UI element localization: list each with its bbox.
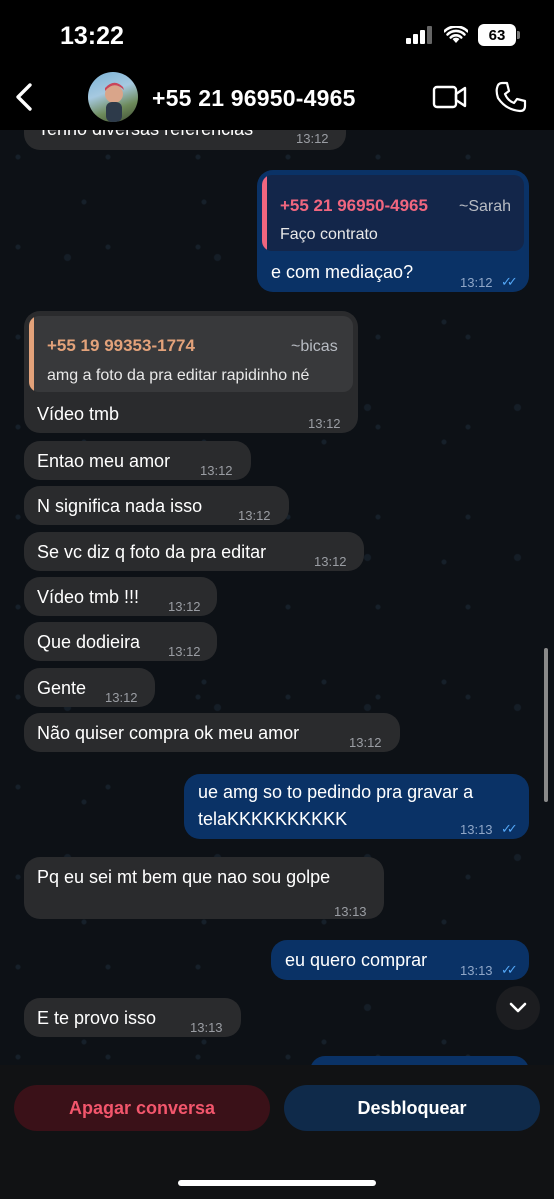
status-icons: 63 bbox=[406, 24, 520, 46]
message-bubble-outgoing-partial[interactable] bbox=[310, 1056, 529, 1065]
message-text: Vídeo tmb bbox=[37, 404, 120, 424]
message-bubble-incoming[interactable]: Tenho diversas referencias 13:12 bbox=[24, 130, 346, 150]
message-text-line: telaKKKKKKKKKK bbox=[198, 809, 348, 829]
message-time: 13:12 bbox=[200, 463, 233, 478]
delete-chat-button[interactable]: Apagar conversa bbox=[14, 1085, 270, 1131]
quote-sender-number: +55 21 96950-4965 bbox=[280, 196, 428, 215]
message-list[interactable]: Tenho diversas referencias 13:12 +55 21 … bbox=[0, 130, 554, 1065]
message-time: 13:12 bbox=[308, 416, 341, 431]
quote-accent-bar bbox=[262, 175, 267, 251]
message-text: Não quiser compra ok meu amor bbox=[37, 723, 300, 743]
chat-header: +55 21 96950-4965 bbox=[0, 64, 554, 130]
message-bubble-incoming[interactable]: Que dodieira 13:12 bbox=[24, 622, 217, 661]
message-time: 13:12 bbox=[296, 131, 329, 146]
message-time: 13:13 bbox=[334, 904, 367, 919]
message-bubble-outgoing[interactable]: +55 21 96950-4965 ~Sarah Faço contrato e… bbox=[257, 170, 529, 292]
message-text: Que dodieira bbox=[37, 632, 141, 652]
message-bubble-incoming[interactable]: E te provo isso 13:13 bbox=[24, 998, 241, 1037]
message-bubble-incoming[interactable]: Vídeo tmb !!! 13:12 bbox=[24, 577, 217, 616]
message-text: e com mediaçao? bbox=[271, 262, 414, 282]
message-text: N significa nada isso bbox=[37, 496, 203, 516]
message-text: Vídeo tmb !!! bbox=[37, 587, 140, 607]
message-text: Tenho diversas referencias bbox=[38, 130, 253, 141]
message-text: Gente bbox=[37, 678, 87, 698]
double-check-icon: ✓✓ bbox=[501, 821, 518, 836]
message-time: 13:12 bbox=[349, 735, 382, 750]
message-bubble-incoming[interactable]: N significa nada isso 13:12 bbox=[24, 486, 289, 525]
quote-accent-bar bbox=[29, 316, 34, 392]
wifi-icon bbox=[444, 26, 468, 43]
home-indicator[interactable] bbox=[178, 1180, 376, 1186]
blocked-contact-footer: Apagar conversa Desbloquear bbox=[0, 1065, 554, 1199]
voice-call-button[interactable] bbox=[494, 80, 528, 114]
message-bubble-incoming[interactable]: Gente 13:12 bbox=[24, 668, 155, 707]
video-call-button[interactable] bbox=[432, 83, 468, 111]
scroll-to-bottom-button[interactable] bbox=[496, 986, 540, 1030]
message-bubble-incoming[interactable]: Entao meu amor 13:12 bbox=[24, 441, 251, 480]
status-time: 13:22 bbox=[60, 22, 124, 50]
message-text: Entao meu amor bbox=[37, 451, 171, 471]
message-time: 13:13 bbox=[460, 822, 493, 837]
phone-icon bbox=[495, 81, 527, 113]
status-bar: 13:22 63 bbox=[0, 0, 554, 64]
quote-text: amg a foto da pra editar rapidinho né bbox=[47, 367, 310, 384]
message-text: eu quero comprar bbox=[285, 950, 428, 970]
chevron-down-icon bbox=[509, 1002, 527, 1013]
quote-sender-number: +55 19 99353-1774 bbox=[47, 336, 195, 355]
unblock-button[interactable]: Desbloquear bbox=[284, 1085, 540, 1131]
message-time: 13:12 bbox=[168, 599, 201, 614]
avatar-image bbox=[105, 82, 124, 122]
message-time: 13:12 bbox=[460, 275, 493, 290]
signal-icon bbox=[406, 26, 432, 44]
double-check-icon: ✓✓ bbox=[501, 274, 518, 289]
message-text: Pq eu sei mt bem que nao sou golpe bbox=[37, 867, 331, 887]
message-bubble-incoming[interactable]: +55 19 99353-1774 ~bicas amg a foto da p… bbox=[24, 311, 358, 433]
message-bubble-incoming[interactable]: Se vc diz q foto da pra editar 13:12 bbox=[24, 532, 364, 571]
message-text: Se vc diz q foto da pra editar bbox=[37, 542, 267, 562]
back-button[interactable] bbox=[6, 76, 42, 118]
message-bubble-outgoing[interactable]: ue amg so to pedindo pra gravar a telaKK… bbox=[184, 774, 529, 839]
message-time: 13:12 bbox=[238, 508, 271, 523]
double-check-icon: ✓✓ bbox=[501, 962, 518, 977]
message-bubble-incoming[interactable]: Pq eu sei mt bem que nao sou golpe 13:13 bbox=[24, 857, 384, 919]
battery-indicator: 63 bbox=[478, 24, 520, 46]
quoted-message[interactable]: +55 21 96950-4965 ~Sarah Faço contrato bbox=[262, 175, 524, 251]
quote-sender-alias: ~bicas bbox=[291, 338, 338, 355]
message-time: 13:12 bbox=[314, 554, 347, 569]
chevron-left-icon bbox=[16, 83, 32, 111]
quote-text: Faço contrato bbox=[280, 226, 378, 243]
contact-name[interactable]: +55 21 96950-4965 bbox=[152, 85, 356, 112]
message-bubble-incoming[interactable]: Não quiser compra ok meu amor 13:12 bbox=[24, 713, 400, 752]
video-camera-icon bbox=[432, 85, 467, 109]
quoted-message[interactable]: +55 19 99353-1774 ~bicas amg a foto da p… bbox=[29, 316, 353, 392]
message-text: E te provo isso bbox=[37, 1008, 157, 1028]
message-time: 13:13 bbox=[190, 1020, 223, 1035]
quote-sender-alias: ~Sarah bbox=[459, 198, 512, 215]
message-time: 13:13 bbox=[460, 963, 493, 978]
message-time: 13:12 bbox=[105, 690, 138, 705]
contact-avatar[interactable] bbox=[88, 72, 138, 122]
message-time: 13:12 bbox=[168, 644, 201, 659]
message-text-line: ue amg so to pedindo pra gravar a bbox=[198, 782, 474, 802]
scrollbar[interactable] bbox=[544, 648, 548, 802]
message-bubble-outgoing[interactable]: eu quero comprar 13:13 ✓✓ bbox=[271, 940, 529, 980]
